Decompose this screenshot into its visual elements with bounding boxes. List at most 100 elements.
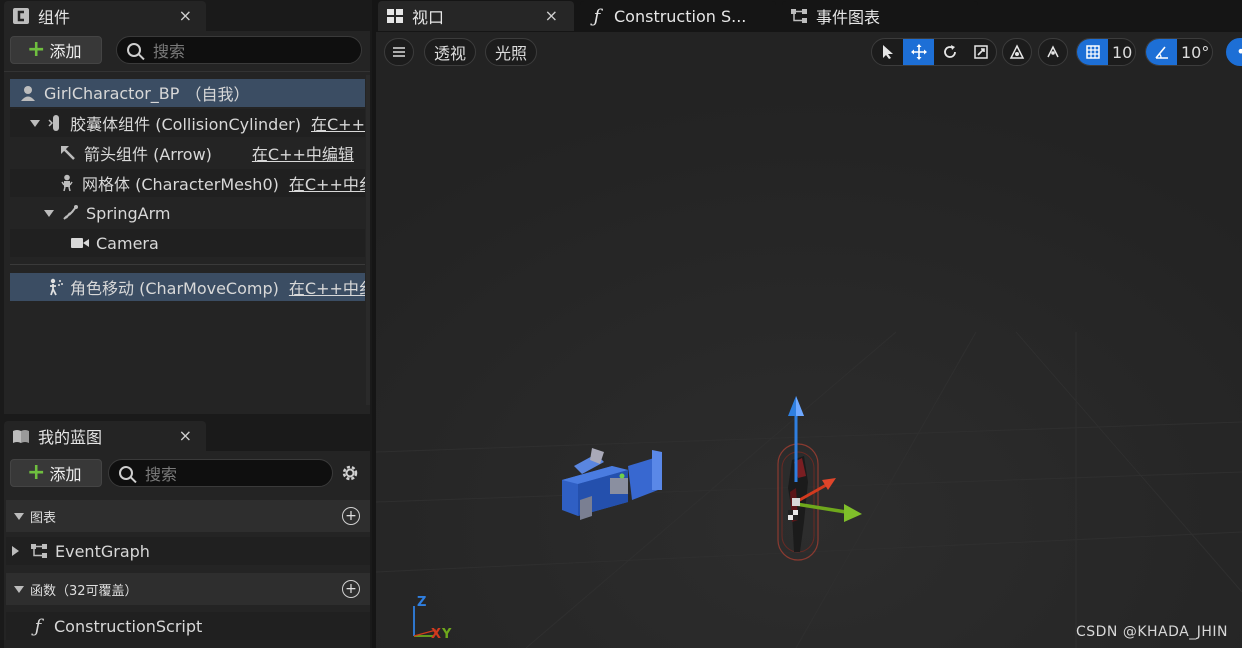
capsule-icon <box>46 113 64 133</box>
component-row-springarm[interactable]: SpringArm <box>10 199 365 227</box>
component-row-mesh[interactable]: 网格体 (CharacterMesh0) 在C++中纟 <box>10 169 365 197</box>
component-label: 网格体 (CharacterMesh0) <box>82 175 279 194</box>
add-function-icon[interactable]: + <box>342 580 360 598</box>
axis-z-label: Z <box>417 595 427 610</box>
tab-viewport-label: 视口 <box>412 8 445 27</box>
rotation-snap-value: 10° <box>1181 42 1210 62</box>
component-label: 角色移动 (CharMoveComp) <box>70 279 279 298</box>
function-icon: ƒ <box>34 615 42 637</box>
root-suffix: （自我） <box>185 85 250 104</box>
component-row-movement[interactable]: 角色移动 (CharMoveComp) 在C++中纟 <box>10 273 365 301</box>
graph-label: EventGraph <box>55 541 150 561</box>
collapse-arrow-icon[interactable] <box>14 512 24 520</box>
arrow-icon <box>58 143 78 163</box>
viewport-menu-button[interactable] <box>384 38 414 66</box>
blueprint-search-placeholder: 搜索 <box>145 465 178 484</box>
viewport[interactable]: 透视 光照 10 10° • <box>376 32 1242 648</box>
component-row-capsule[interactable]: 胶囊体组件 (CollisionCylinder) 在C++ <box>10 109 365 137</box>
edit-in-cpp-link[interactable]: 在C++中纟 <box>289 171 365 195</box>
left-column: 组件 × + 添加 搜索 GirlCharactor_BP （自我） 胶囊体组件 <box>0 0 372 648</box>
actor-icon <box>18 83 38 103</box>
grid-snap-group[interactable]: 10 <box>1076 38 1136 66</box>
search-icon <box>127 43 141 57</box>
components-panel: + 添加 搜索 GirlCharactor_BP （自我） 胶囊体组件 (Col… <box>4 31 370 414</box>
components-search-placeholder: 搜索 <box>153 42 186 61</box>
edit-in-cpp-link[interactable]: 在C++中编辑 <box>252 141 354 165</box>
camera-model[interactable] <box>552 440 684 522</box>
tab-my-blueprint-label: 我的蓝图 <box>38 428 103 447</box>
edit-in-cpp-link[interactable]: 在C++中纟 <box>289 275 365 299</box>
tab-components-label: 组件 <box>38 8 71 27</box>
graph-row-eventgraph[interactable]: EventGraph <box>6 537 370 565</box>
translate-tool-icon[interactable] <box>903 39 934 65</box>
graphs-section-header[interactable]: 图表 + <box>6 500 370 532</box>
search-icon <box>119 466 133 480</box>
component-label: 箭头组件 (Arrow) <box>84 145 212 164</box>
graph-icon <box>29 541 49 561</box>
components-icon <box>12 7 30 25</box>
book-icon <box>12 427 30 445</box>
perspective-button[interactable]: 透视 <box>424 38 476 66</box>
divider <box>10 264 365 265</box>
function-label: ConstructionScript <box>54 616 203 636</box>
collapse-arrow-icon[interactable] <box>14 585 24 593</box>
scale-tool-icon[interactable] <box>965 39 996 65</box>
settings-gear-icon[interactable] <box>340 463 360 483</box>
scrollbar[interactable] <box>366 75 370 405</box>
edit-in-cpp-link[interactable]: 在C++ <box>311 111 365 135</box>
component-label: Camera <box>96 233 159 253</box>
expand-arrow-icon[interactable] <box>12 546 19 556</box>
mesh-icon <box>58 173 76 193</box>
tab-event-graph-label: 事件图表 <box>816 8 881 27</box>
graph-icon <box>790 7 808 25</box>
watermark: CSDN @KHADA_JHIN <box>1075 624 1228 640</box>
axis-y-label: Y <box>442 627 452 642</box>
component-label: 胶囊体组件 (CollisionCylinder) <box>70 115 301 134</box>
expand-arrow-icon[interactable] <box>30 119 40 127</box>
hamburger-icon <box>393 47 405 57</box>
component-row-arrow[interactable]: 箭头组件 (Arrow) 在C++中编辑 <box>10 139 365 167</box>
tab-construction-label: Construction S... <box>614 6 747 26</box>
add-blueprint-item-button[interactable]: + 添加 <box>10 459 102 487</box>
component-root-row[interactable]: GirlCharactor_BP （自我） <box>10 79 365 107</box>
blueprint-search-input[interactable]: 搜索 <box>108 459 333 487</box>
viewport-icon <box>386 7 404 25</box>
rotation-snap-icon[interactable] <box>1146 39 1177 65</box>
add-graph-icon[interactable]: + <box>342 507 360 525</box>
functions-header-label: 函数（32可覆盖） <box>30 583 138 599</box>
expand-arrow-icon[interactable] <box>44 209 54 217</box>
components-search-input[interactable]: 搜索 <box>116 36 362 64</box>
surface-snap-icon[interactable] <box>1038 38 1068 66</box>
grid-snap-icon[interactable] <box>1077 39 1108 65</box>
tab-viewport[interactable]: 视口 × <box>378 1 574 31</box>
close-icon[interactable]: × <box>179 6 192 25</box>
rotate-tool-icon[interactable] <box>934 39 965 65</box>
character-model[interactable] <box>764 392 894 568</box>
functions-section-header[interactable]: 函数（32可覆盖） + <box>6 573 370 605</box>
editor-tab-bar: 视口 × ƒ Construction S... 事件图表 <box>376 0 1242 32</box>
transform-tools-group <box>871 38 997 66</box>
function-icon: ƒ <box>593 5 601 27</box>
function-row-constructionscript[interactable]: ƒ ConstructionScript <box>6 612 370 640</box>
tab-event-graph[interactable]: 事件图表 <box>782 1 978 31</box>
select-tool-icon[interactable] <box>872 39 903 65</box>
plus-icon: + <box>27 460 46 485</box>
divider <box>4 71 370 72</box>
plus-icon: + <box>27 37 46 62</box>
axis-x-label: X <box>431 627 442 642</box>
lighting-button[interactable]: 光照 <box>485 38 537 66</box>
add-component-button[interactable]: + 添加 <box>10 36 102 64</box>
more-options-icon: • <box>1236 44 1242 60</box>
camera-icon <box>70 233 90 253</box>
springarm-icon <box>60 203 80 223</box>
tab-my-blueprint[interactable]: 我的蓝图 × <box>4 421 206 451</box>
close-icon[interactable]: × <box>179 426 192 445</box>
close-icon[interactable]: × <box>545 6 558 25</box>
root-name: GirlCharactor_BP <box>44 83 180 103</box>
add-component-label: 添加 <box>49 42 82 61</box>
component-row-camera[interactable]: Camera <box>10 229 365 257</box>
tab-components[interactable]: 组件 × <box>4 1 206 31</box>
tab-construction-script[interactable]: ƒ Construction S... <box>580 1 776 31</box>
world-local-toggle-icon[interactable] <box>1002 38 1032 66</box>
rotation-snap-group[interactable]: 10° <box>1145 38 1213 66</box>
